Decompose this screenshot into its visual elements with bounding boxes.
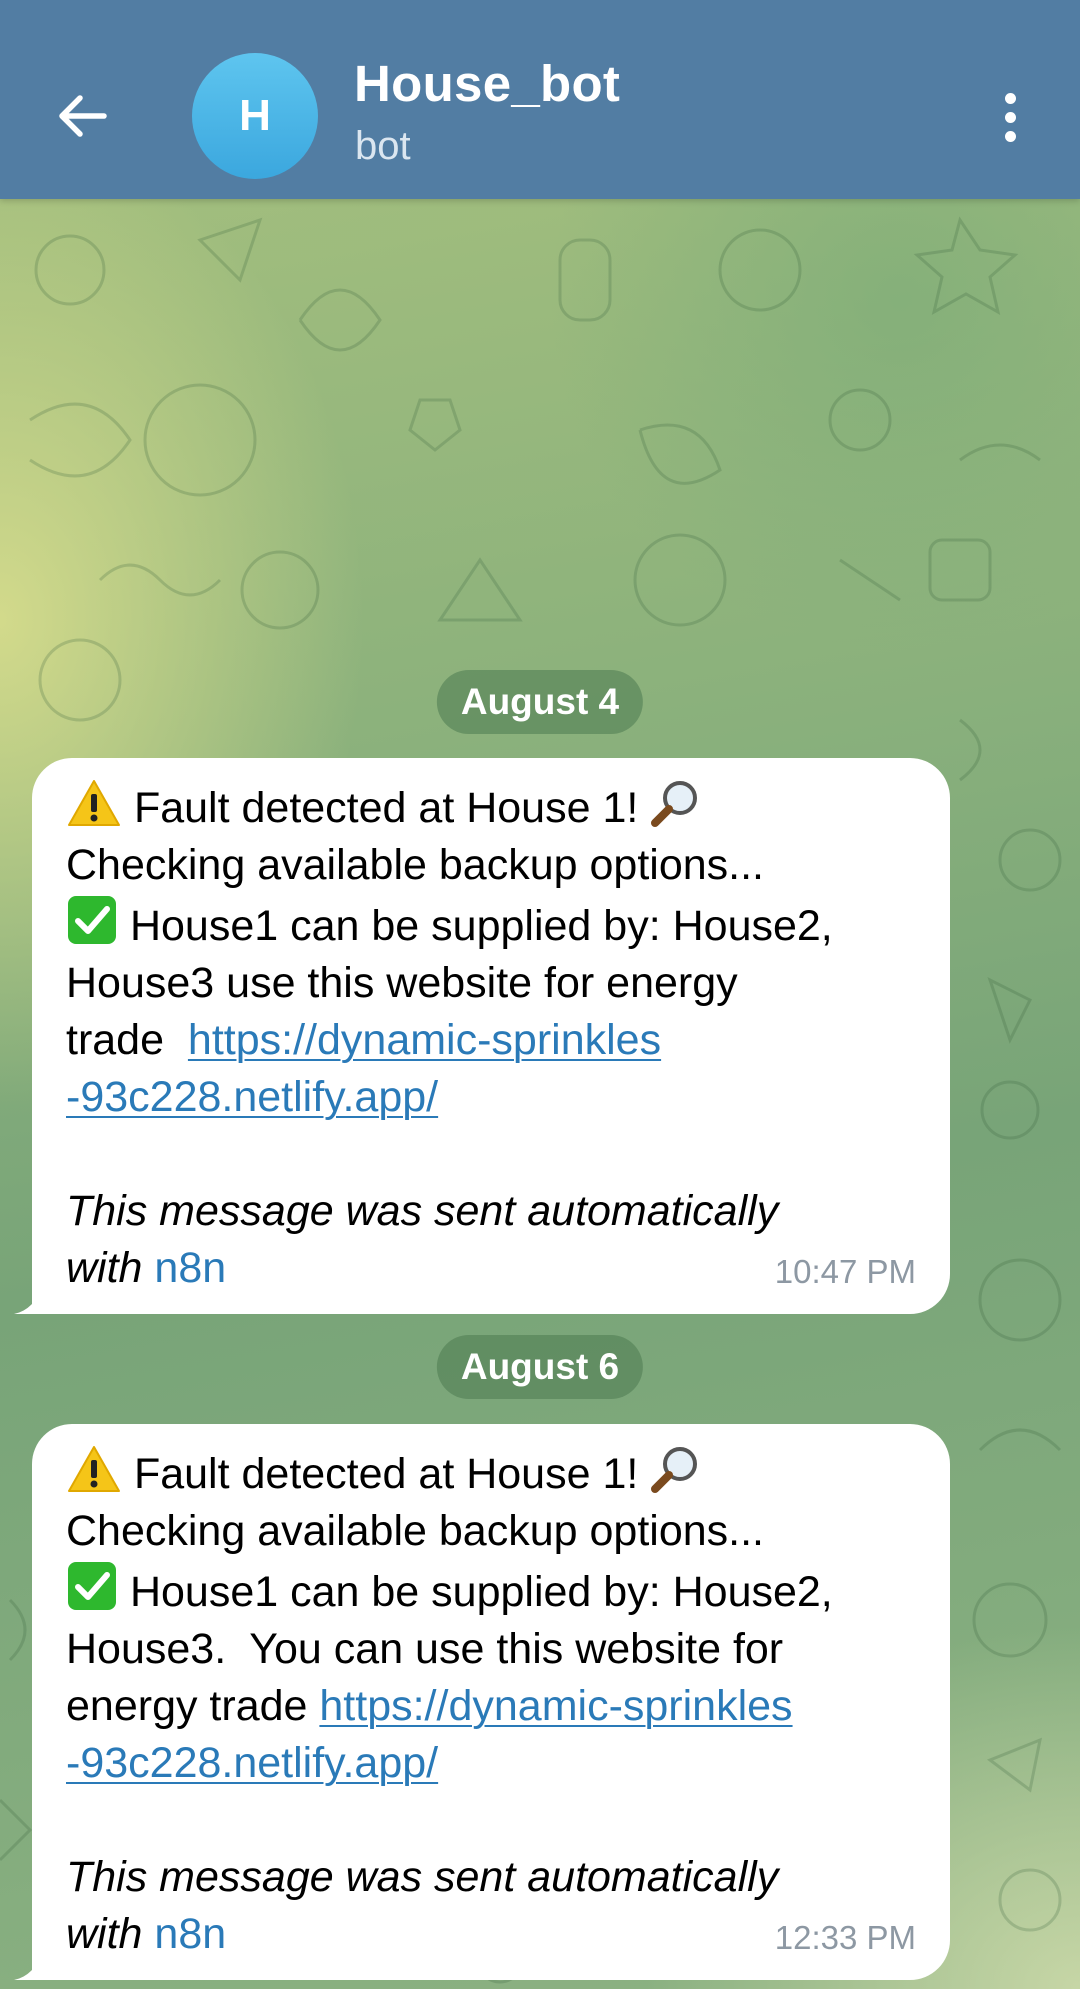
message-line: House1 can be supplied by: House2, <box>66 1560 916 1621</box>
message-text: House3. You can use this website for <box>66 1625 784 1673</box>
message-text: trade <box>66 1016 165 1064</box>
message-bubble[interactable]: Fault detected at House 1! Checking avai… <box>14 1424 950 1980</box>
n8n-link[interactable]: n8n <box>154 1910 226 1958</box>
chat-header: H House_bot bot <box>0 0 1080 199</box>
chat-title[interactable]: House_bot <box>354 54 620 113</box>
message-line: House1 can be supplied by: House2, <box>66 894 916 955</box>
message-text: Fault detected at House 1! <box>133 1450 639 1498</box>
more-vertical-icon <box>1004 130 1016 142</box>
message-text: Checking available backup options... <box>66 841 764 889</box>
warning-icon <box>68 1446 120 1492</box>
message-time: 10:47 PM <box>774 1253 916 1290</box>
magnifier-icon <box>651 1447 698 1493</box>
date-separator: August 6 <box>436 1335 644 1399</box>
bubble-tail <box>14 1950 44 1980</box>
message-text: House1 can be supplied by: House2, <box>129 1568 833 1616</box>
website-link[interactable]: -93c228.netlify.app/ <box>66 1073 438 1121</box>
avatar[interactable]: H <box>192 53 318 179</box>
message-time: 12:33 PM <box>774 1919 916 1956</box>
website-link[interactable]: https://dynamic-sprinkles <box>188 1016 661 1064</box>
chat-subtitle: bot <box>355 124 411 168</box>
message-text: House1 can be supplied by: House2, <box>129 902 833 950</box>
date-separator: August 4 <box>436 670 644 734</box>
check-mark-icon <box>68 896 116 944</box>
back-arrow-icon <box>59 95 107 137</box>
message-line: trade https://dynamic-sprinkles <box>66 1012 916 1069</box>
back-button[interactable] <box>44 78 120 154</box>
bubble-tail <box>14 1284 44 1314</box>
warning-icon <box>68 780 120 826</box>
message-footer: with <box>66 1244 143 1292</box>
message-bubble[interactable]: Fault detected at House 1! Checking avai… <box>14 758 950 1314</box>
magnifier-icon <box>651 781 698 827</box>
message-text: Checking available backup options... <box>66 1507 764 1555</box>
message-line: Fault detected at House 1! <box>66 1444 916 1503</box>
more-vertical-icon <box>1004 111 1016 123</box>
message-text: Fault detected at House 1! <box>133 784 639 832</box>
website-link[interactable]: -93c228.netlify.app/ <box>66 1739 438 1787</box>
message-line: Fault detected at House 1! <box>66 778 916 837</box>
message-footer: with <box>66 1910 143 1958</box>
website-link[interactable]: https://dynamic-sprinkles <box>319 1682 792 1730</box>
more-vertical-icon <box>1004 92 1016 104</box>
more-options-button[interactable] <box>990 82 1030 152</box>
check-mark-icon <box>68 1562 116 1610</box>
message-footer: This message was sent automatically <box>66 1187 779 1235</box>
message-footer: This message was sent automatically <box>66 1853 779 1901</box>
n8n-link[interactable]: n8n <box>154 1244 226 1292</box>
message-text: energy trade <box>66 1682 308 1730</box>
message-line: energy trade https://dynamic-sprinkles <box>66 1678 916 1735</box>
message-text: House3 use this website for energy <box>66 959 738 1007</box>
